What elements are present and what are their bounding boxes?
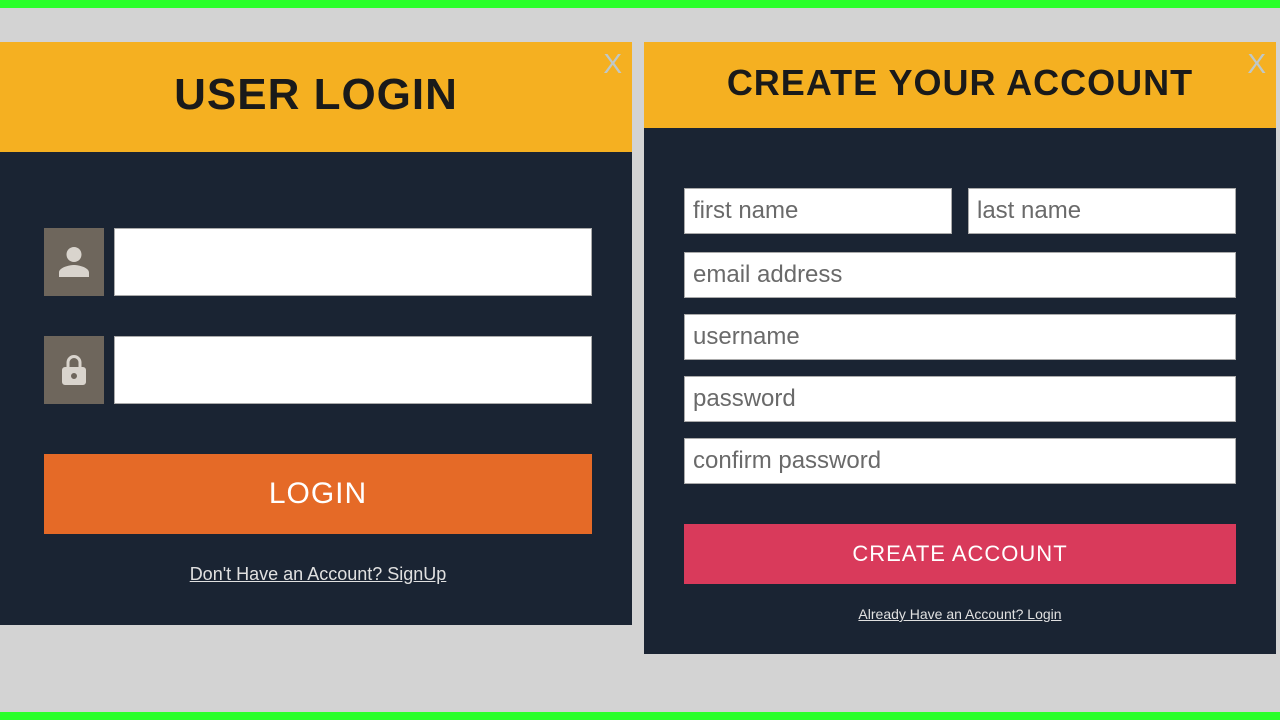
email-input[interactable]: [684, 252, 1236, 298]
firstname-input[interactable]: [684, 188, 952, 234]
login-link[interactable]: Already Have an Account? Login: [858, 606, 1061, 622]
password-row: [44, 336, 592, 404]
lastname-input[interactable]: [968, 188, 1236, 234]
signup-title: CREATE YOUR ACCOUNT: [644, 42, 1276, 128]
username-input[interactable]: [684, 314, 1236, 360]
create-account-button[interactable]: CREATE ACCOUNT: [684, 524, 1236, 584]
login-title: USER LOGIN: [0, 42, 632, 152]
password-input[interactable]: [114, 336, 592, 404]
signup-panel: X CREATE YOUR ACCOUNT CREATE ACCOUNT Alr…: [644, 42, 1276, 654]
username-row: [44, 228, 592, 296]
signup-link-row: Don't Have an Account? SignUp: [44, 564, 592, 585]
password-input[interactable]: [684, 376, 1236, 422]
login-link-row: Already Have an Account? Login: [684, 606, 1236, 624]
username-input[interactable]: [114, 228, 592, 296]
login-panel: X USER LOGIN LOGIN Don't Have an Account…: [0, 42, 632, 625]
close-icon[interactable]: X: [1247, 48, 1266, 80]
login-button[interactable]: LOGIN: [44, 454, 592, 534]
signup-link[interactable]: Don't Have an Account? SignUp: [190, 564, 447, 584]
signup-body: CREATE ACCOUNT Already Have an Account? …: [644, 128, 1276, 654]
name-row: [684, 188, 1236, 234]
login-body: LOGIN Don't Have an Account? SignUp: [0, 152, 632, 625]
close-icon[interactable]: X: [603, 48, 622, 80]
confirm-password-input[interactable]: [684, 438, 1236, 484]
lock-icon: [44, 336, 104, 404]
user-icon: [44, 228, 104, 296]
